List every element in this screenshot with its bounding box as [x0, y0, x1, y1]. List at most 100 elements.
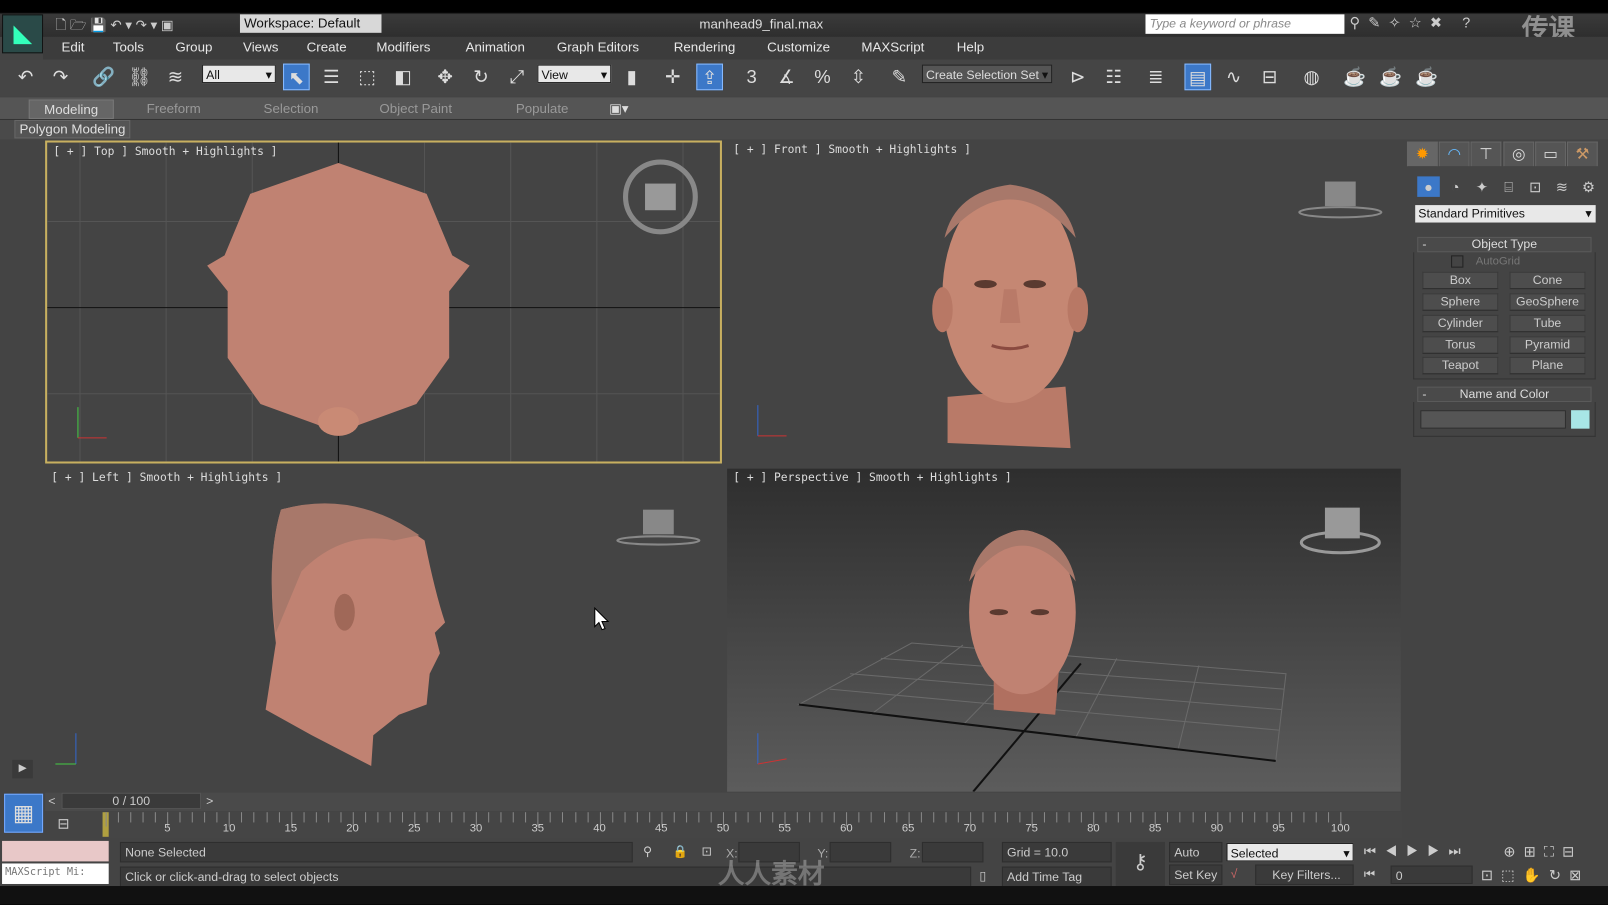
menu-customize[interactable]: Customize [767, 39, 830, 54]
scale-icon[interactable]: ⤢ [504, 64, 531, 91]
y-coordinate-input[interactable] [829, 841, 892, 863]
link-icon[interactable]: 🔗 [90, 64, 117, 91]
edit-named-selection-icon[interactable]: ✎ [886, 64, 913, 91]
polygon-modeling-panel[interactable]: Polygon Modeling [14, 119, 131, 139]
menu-help[interactable]: Help [957, 39, 984, 54]
angle-snap-icon[interactable]: ∡ [773, 64, 800, 91]
hierarchy-tab-icon[interactable]: ⊤ [1470, 141, 1502, 167]
expand-layouts-icon[interactable]: ▶ [12, 759, 33, 779]
material-editor-icon[interactable]: ◍ [1298, 64, 1325, 91]
utilities-tab-icon[interactable]: ⚒ [1566, 141, 1598, 167]
render-production-icon[interactable]: ☕ [1413, 64, 1440, 91]
curve-editor-icon[interactable]: ∿ [1220, 64, 1247, 91]
playback-controls[interactable]: ⏮◀▶▶⏭ [1364, 843, 1470, 859]
time-prev-icon[interactable]: < [48, 794, 55, 808]
named-selection-dropdown[interactable]: Create Selection Set [921, 64, 1053, 84]
menu-tools[interactable]: Tools [113, 39, 144, 54]
viewport-label[interactable]: [ + ] Left ] Smooth + Highlights ] [51, 471, 282, 484]
maxscript-mini-listener[interactable]: MAXScript Mi: [2, 863, 109, 884]
key-mode-dropdown[interactable]: Selected [1226, 842, 1354, 862]
current-frame-input[interactable]: 0 [1390, 865, 1473, 884]
time-next-icon[interactable]: > [206, 794, 213, 808]
quick-access-icons[interactable]: 🗋 🗁 💾 ↶ ▾ ↷ ▾ ▣ [55, 16, 173, 39]
viewport-label[interactable]: [ + ] Top ] Smooth + Highlights ] [53, 145, 277, 158]
pyramid-button[interactable]: Pyramid [1509, 336, 1586, 354]
search-input[interactable]: Type a keyword or phrase [1145, 14, 1345, 34]
geometry-icon[interactable]: ● [1417, 176, 1440, 197]
pivot-center-icon[interactable]: ▮ [618, 64, 645, 91]
rendered-frame-window-icon[interactable]: ☕ [1377, 64, 1404, 91]
menu-graph-editors[interactable]: Graph Editors [557, 39, 639, 54]
menu-create[interactable]: Create [307, 39, 347, 54]
create-tab-icon[interactable]: ✹ [1406, 141, 1438, 167]
geosphere-button[interactable]: GeoSphere [1509, 293, 1586, 311]
key-mode-toggle-icon[interactable]: ⏮ [1364, 867, 1375, 882]
selection-region-icon[interactable]: ⬚ [354, 64, 381, 91]
layer-explorer-icon[interactable]: ≣ [1142, 64, 1169, 91]
snap-toggle-icon[interactable]: 3 [738, 64, 765, 91]
menu-animation[interactable]: Animation [466, 39, 525, 54]
plane-button[interactable]: Plane [1509, 356, 1586, 375]
display-tab-icon[interactable]: ▭ [1535, 141, 1566, 167]
viewport-label[interactable]: [ + ] Front ] Smooth + Highlights ] [733, 143, 971, 156]
auto-key-button[interactable]: Auto Key [1169, 841, 1223, 878]
select-by-name-icon[interactable]: ☰ [318, 64, 345, 91]
workspace-dropdown[interactable]: Workspace: Default [239, 14, 382, 33]
viewport-front[interactable]: [ + ] Front ] Smooth + Highlights ] [727, 140, 1401, 464]
absolute-mode-icon[interactable]: ⊡ [701, 844, 711, 858]
viewport-top[interactable]: [ + ] Top ] Smooth + Highlights ] [45, 140, 722, 464]
viewport-perspective[interactable]: [ + ] Perspective ] Smooth + Highlights … [727, 468, 1401, 792]
selection-lock-icon[interactable]: 🔒 [673, 844, 688, 858]
viewport-layout-tab-icon[interactable]: ▦ [4, 793, 44, 833]
add-time-tag-button[interactable]: Add Time Tag [1001, 866, 1112, 888]
time-tag-icon[interactable]: ▯ [979, 869, 986, 883]
move-icon[interactable]: ✥ [432, 64, 459, 91]
rollout-object-type[interactable]: - Object Type [1417, 236, 1592, 253]
ribbon-tab-populate[interactable]: Populate [516, 100, 569, 115]
category-dropdown[interactable]: Standard Primitives [1415, 205, 1596, 223]
modify-tab-icon[interactable]: ◠ [1438, 141, 1470, 167]
redo-icon[interactable]: ↷ [47, 64, 74, 91]
viewport-label[interactable]: [ + ] Perspective ] Smooth + Highlights … [733, 471, 1011, 484]
box-button[interactable]: Box [1422, 271, 1499, 290]
viewport-left[interactable]: [ + ] Left ] Smooth + Highlights ] [45, 468, 722, 792]
mirror-icon[interactable]: ⊳ [1064, 64, 1091, 91]
curve-icon[interactable]: √ [1231, 867, 1238, 881]
keyboard-shortcut-override-icon[interactable]: ⇪ [696, 63, 723, 91]
window-crossing-icon[interactable]: ◧ [390, 64, 417, 91]
tube-button[interactable]: Tube [1509, 314, 1586, 333]
bind-spacewarp-icon[interactable]: ≋ [162, 64, 189, 91]
cone-button[interactable]: Cone [1509, 271, 1586, 290]
percent-snap-icon[interactable]: % [809, 64, 836, 91]
object-name-input[interactable] [1420, 410, 1566, 429]
menu-maxscript[interactable]: MAXScript [861, 39, 924, 54]
viewport-navigation-icons[interactable]: ⊕⊞⛶⊟ [1503, 843, 1582, 860]
manipulate-icon[interactable]: ✛ [659, 64, 686, 91]
set-key-button[interactable]: Set Key [1169, 864, 1223, 886]
sphere-button[interactable]: Sphere [1422, 293, 1499, 311]
select-object-icon[interactable]: ⬉ [283, 63, 310, 91]
menu-modifiers[interactable]: Modifiers [376, 39, 430, 54]
helpers-icon[interactable]: ⊡ [1524, 176, 1547, 197]
set-keys-key-icon[interactable]: ⚷ [1115, 841, 1165, 888]
spinner-snap-icon[interactable]: ⇳ [845, 64, 872, 91]
ribbon-tab-freeform[interactable]: Freeform [147, 100, 201, 115]
infocenter-icons[interactable]: ⚲✎✧☆✖ ? [1350, 14, 1479, 31]
key-filters-button[interactable]: Key Filters... [1255, 864, 1354, 886]
time-slider-thumb[interactable]: 0 / 100 [61, 792, 201, 810]
render-setup-icon[interactable]: ☕ [1341, 64, 1368, 91]
systems-icon[interactable]: ⚙ [1577, 176, 1600, 197]
schematic-view-icon[interactable]: ⊟ [1256, 64, 1283, 91]
menu-rendering[interactable]: Rendering [674, 39, 736, 54]
object-color-swatch[interactable] [1571, 410, 1590, 429]
rollout-name-and-color[interactable]: - Name and Color [1417, 386, 1592, 402]
toggle-trackbar-icon[interactable]: ⊟ [57, 815, 69, 832]
motion-tab-icon[interactable]: ◎ [1503, 141, 1535, 167]
ribbon-tab-modeling[interactable]: Modeling [28, 99, 114, 119]
menu-views[interactable]: Views [243, 39, 278, 54]
menu-edit[interactable]: Edit [62, 39, 85, 54]
maxscript-listener-output[interactable] [2, 840, 109, 862]
cylinder-button[interactable]: Cylinder [1422, 314, 1499, 333]
undo-icon[interactable]: ↶ [12, 64, 39, 91]
selection-filter-dropdown[interactable]: All [202, 64, 276, 84]
